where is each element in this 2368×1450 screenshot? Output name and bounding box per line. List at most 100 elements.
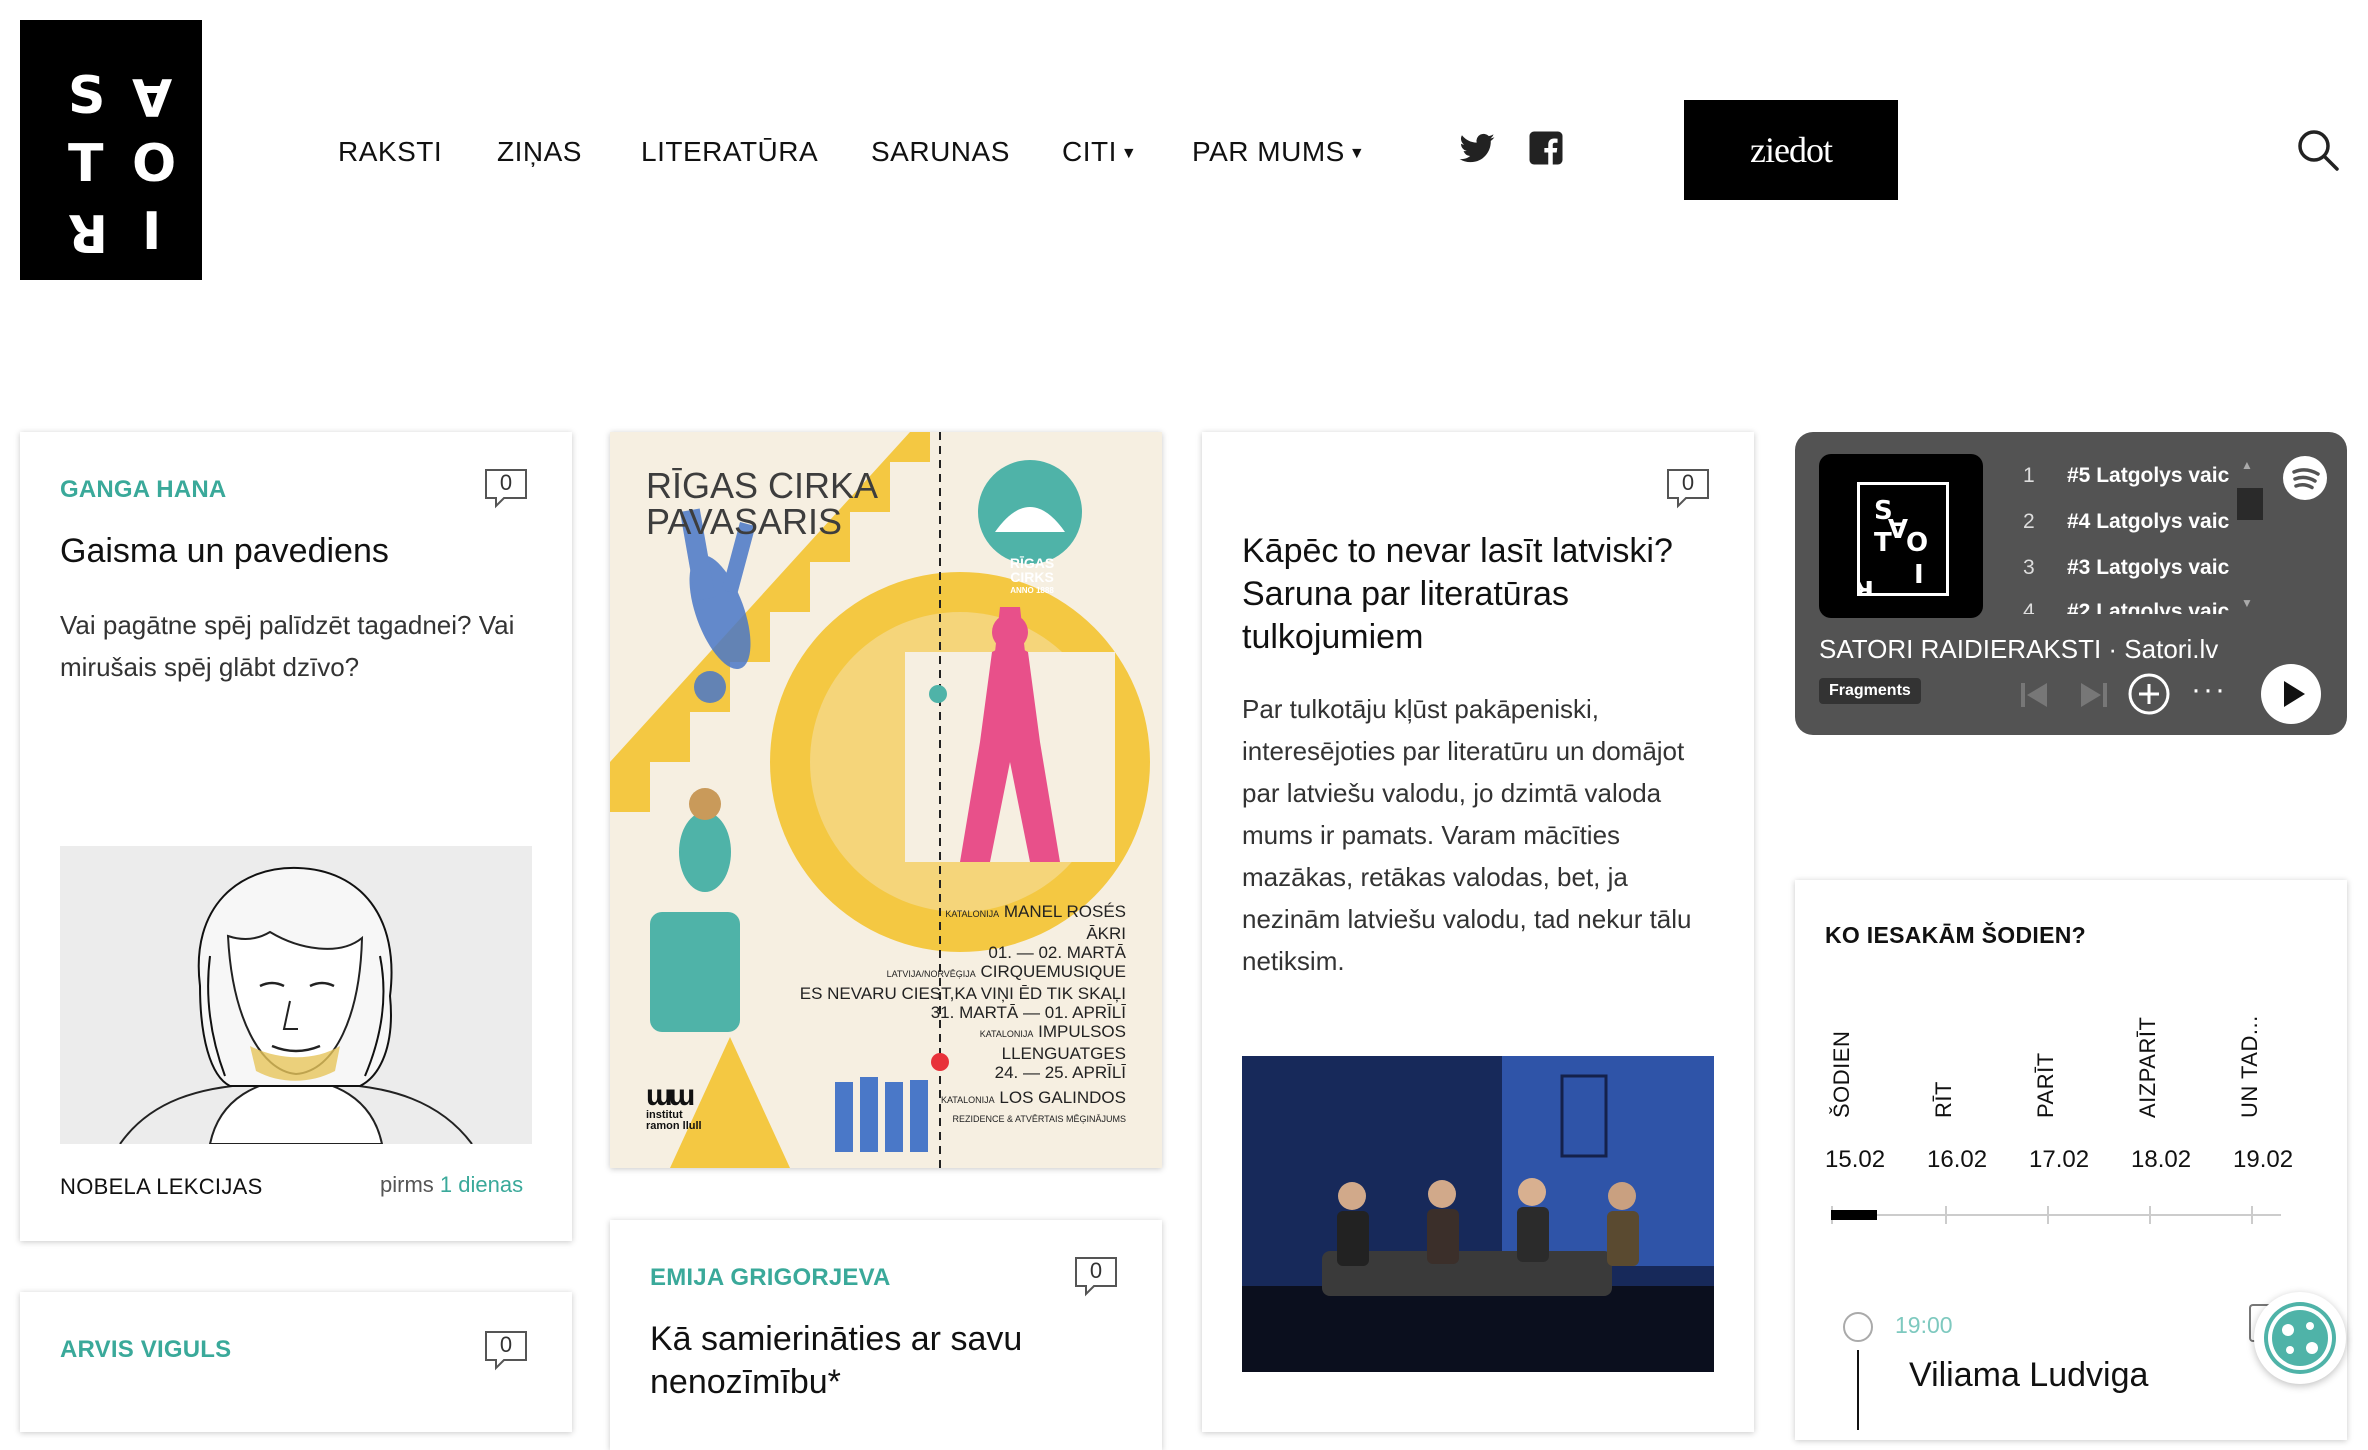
fragments-badge: Fragments [1819,678,1921,704]
article-title[interactable]: Kāpēc to nevar lasīt latviski? Saruna pa… [1242,530,1722,659]
comment-count[interactable]: 0 [484,1330,528,1371]
track-number: 3 [2023,556,2035,579]
scroll-down-icon[interactable]: ▼ [2241,596,2253,610]
article-card[interactable]: ARVIS VIGULS 0 [20,1292,572,1432]
comment-count[interactable]: 0 [484,468,528,509]
track-number: 2 [2023,510,2035,533]
article-card[interactable]: EMIJA GRIGORJEVA 0 Kā samierināties ar s… [610,1220,1162,1450]
spotify-logo-icon[interactable] [2283,456,2327,500]
event-title[interactable]: Viliama Ludviga [1909,1356,2148,1395]
twitter-icon[interactable] [1458,130,1496,168]
event-origin: KATALONIJA [945,909,1000,919]
nav-item-literatura[interactable]: LITERATŪRA [641,136,818,168]
scrollbar-thumb[interactable] [2237,488,2263,520]
track-list-scrollbar[interactable]: ▲ ▼ [2235,458,2263,628]
podcast-show-title[interactable]: SATORI RAIDIERAKSTI · Satori.lv [1819,634,2218,665]
nav-item-par-mums[interactable]: PAR MUMS ▼ [1192,136,1365,168]
more-options-icon[interactable]: ··· [2191,675,2227,705]
add-to-library-icon[interactable] [2127,672,2171,716]
track-title: #4 Latgolys vaic [2067,510,2230,533]
facebook-icon[interactable] [1528,130,1566,168]
logo-letter: R [68,202,109,262]
article-excerpt: Par tulkotāju kļūst pakāpeniski, interes… [1242,694,1692,976]
podcast-track[interactable]: 3 #3 Latgolys vaic [2023,556,2229,580]
caret-down-icon: ▼ [1120,145,1138,162]
svg-text:O: O [1906,528,1928,558]
day-date[interactable]: 16.02 [1927,1146,1987,1174]
sponsor-logo: ɯɯ institut ramon llull [646,1079,702,1132]
poster-card[interactable]: RĪGAS CIRKA PAVASARIS RĪGAS CIRKS ANNO 1… [610,432,1162,1168]
svg-text:I: I [1914,560,1924,590]
article-card[interactable]: 0 Kāpēc to nevar lasīt latviski? Saruna … [1202,432,1754,1432]
event-dates: 01. — 02. MARTĀ [988,943,1126,962]
poster-program: KATALONIJA MANEL ROSÉS ĀKRI 01. — 02. MA… [746,902,1126,1129]
track-number: 4 [2023,600,2035,614]
article-image[interactable] [60,846,532,1145]
scroll-up-icon[interactable]: ▲ [2241,458,2253,472]
selected-day-indicator[interactable] [1831,1210,1877,1220]
day-date[interactable]: 19.02 [2233,1146,2293,1174]
article-category[interactable]: NOBELA LEKCIJAS [60,1174,263,1200]
track-title: #2 Latgolys vaic [2067,600,2230,614]
article-title[interactable]: Kā samierināties ar savu nenozīmību* [650,1318,1120,1404]
cookie-icon [2264,1302,2336,1374]
article-author[interactable]: GANGA HANA [60,476,226,504]
comment-count[interactable]: 0 [1666,468,1710,509]
nav-item-sarunas[interactable]: SARUNAS [871,136,1010,168]
play-button[interactable] [2261,664,2321,724]
play-icon [2284,681,2305,707]
widget-heading: KO IESAKĀM ŠODIEN? [1825,922,2086,948]
day-selector-track[interactable] [1831,1206,2281,1226]
event-radio[interactable] [1843,1312,1873,1342]
nav-item-citi[interactable]: CITI ▼ [1062,136,1137,168]
day-date[interactable]: 18.02 [2131,1146,2191,1174]
article-title[interactable]: Gaisma un pavediens [60,530,530,573]
article-author[interactable]: ARVIS VIGULS [60,1336,231,1364]
day-tab-parit[interactable]: PARĪT [2033,1052,2059,1118]
skip-back-icon[interactable] [2017,678,2051,712]
article-excerpt: Vai pagātne spēj palīdzēt tagadnei? Vai … [60,610,515,682]
day-date[interactable]: 15.02 [1825,1146,1885,1174]
podcast-cover[interactable]: S A T O R I [1819,454,1983,618]
satori-logo[interactable]: S A T O R I [20,20,202,280]
event-name: MANEL ROSÉS [1003,902,1126,921]
day-date[interactable]: 17.02 [2029,1146,2089,1174]
podcast-track[interactable]: 2 #4 Latgolys vaic [2023,510,2229,534]
timeline-line [1857,1350,1859,1430]
event-subtitle: ES NEVARU CIEST,KA VIŅI ĒD TIK SKAĻI [799,984,1126,1003]
poster-badge: RĪGAS CIRKS ANNO 1888 [990,556,1074,598]
event-dates: 24. — 25. APRĪLĪ [994,1063,1126,1082]
event-name: IMPULSOS [1038,1022,1126,1041]
article-author[interactable]: EMIJA GRIGORJEVA [650,1264,891,1292]
search-icon[interactable] [2296,128,2340,172]
article-image[interactable] [1242,1056,1714,1372]
podcast-track-clipped[interactable]: 4 #2 Latgolys vaic [2023,600,2229,614]
day-tab-rit[interactable]: RĪT [1931,1081,1957,1118]
comment-count-value: 0 [499,1332,513,1357]
event-origin: KATALONIJA [979,1029,1034,1039]
podcast-track[interactable]: 1 #5 Latgolys vaic [2023,464,2229,488]
event-origin: LATVIJA/NORVĒĢIJA [886,969,976,979]
event-name: LOS GALINDOS [999,1088,1126,1107]
comment-count[interactable]: 0 [1074,1256,1118,1297]
article-card[interactable]: GANGA HANA 0 Gaisma un pavediens Vai pag… [20,432,572,1241]
date-value: 1 dienas [439,1172,524,1197]
podcast-cover-frame: S A T O R I [1854,482,1949,604]
nav-item-zinas[interactable]: ZIŅAS [497,136,582,168]
cookie-settings-button[interactable] [2254,1292,2346,1384]
logo-letter: A [132,66,173,126]
spotify-embed[interactable]: S A T O R I 1 #5 Latgolys vaic 2 #4 Latgol… [1795,432,2347,735]
event-subtitle: LLENGUATGES [1001,1044,1126,1063]
skip-forward-icon[interactable] [2077,678,2111,712]
day-tab-un-tad[interactable]: UN TAD... [2237,1015,2263,1118]
poster-title: RĪGAS CIRKA PAVASARIS [646,468,878,540]
poster-badge-year: ANNO 1888 [1010,586,1054,595]
nav-item-raksti[interactable]: RAKSTI [338,136,442,168]
track-tick [1945,1206,1947,1224]
event-name: CIRQUEMUSIQUE [980,962,1126,981]
day-tab-sodien[interactable]: ŠODIEN [1829,1031,1855,1118]
donate-button[interactable]: ziedot [1684,100,1898,200]
day-tab-aizparit[interactable]: AIZPARĪT [2135,1017,2161,1118]
sponsor-mark: ɯɯ [646,1079,695,1112]
event-dates: 31. MARTĀ — 01. APRĪLĪ [930,1003,1126,1022]
